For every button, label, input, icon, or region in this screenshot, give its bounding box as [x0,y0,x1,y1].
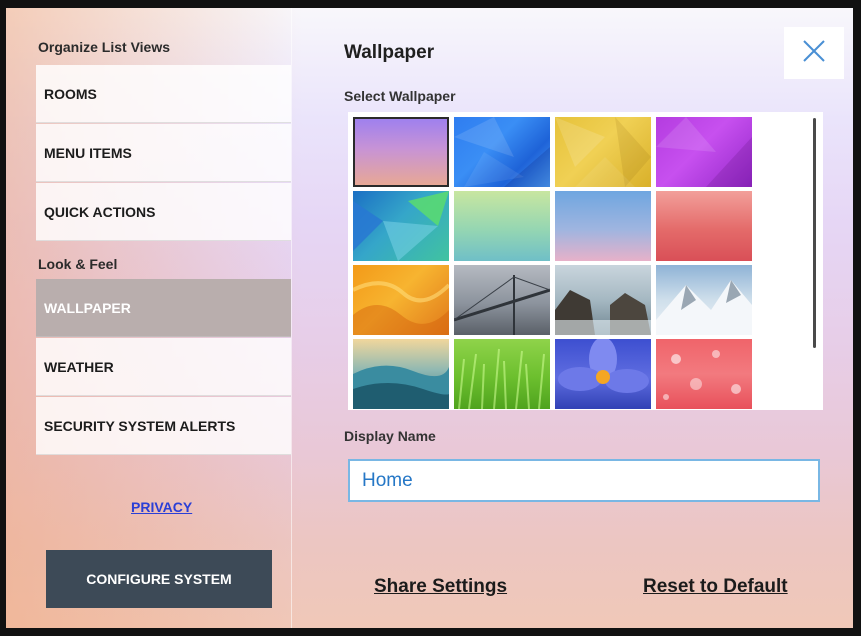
sidebar-item-label: SECURITY SYSTEM ALERTS [44,417,236,434]
organize-list-views-header: Organize List Views [38,39,171,55]
wallpaper-thumb-teal-hills[interactable] [353,339,449,409]
sidebar-item-weather[interactable]: WEATHER [36,338,291,396]
sidebar-item-label: WALLPAPER [44,299,131,316]
look-and-feel-header: Look & Feel [38,256,118,272]
sidebar-item-security-system-alerts[interactable]: SECURITY SYSTEM ALERTS [36,397,291,455]
wallpaper-thumb-red-blur[interactable] [656,191,752,261]
wallpaper-thumb-orange-waves[interactable] [353,265,449,335]
sidebar-item-menu-items[interactable]: MENU ITEMS [36,124,291,182]
sidebar-item-label: QUICK ACTIONS [44,203,156,220]
select-wallpaper-label: Select Wallpaper [344,88,456,104]
display-name-label: Display Name [344,428,436,444]
sidebar-item-label: WEATHER [44,358,114,375]
sidebar-item-rooms[interactable]: ROOMS [36,65,291,123]
wallpaper-thumb-green-grass[interactable] [454,339,550,409]
wallpaper-thumb-blue-pink-blur[interactable] [555,191,651,261]
wallpaper-thumb-blue-low-poly[interactable] [454,117,550,187]
wallpaper-grid-scrollbar[interactable] [813,118,816,348]
sidebar-item-wallpaper[interactable]: WALLPAPER [36,279,291,337]
wallpaper-thumb-yellow-low-poly[interactable] [555,117,651,187]
display-name-field[interactable] [348,459,820,502]
wallpaper-thumb-snowy-mountains[interactable] [656,265,752,335]
wallpaper-thumb-rocky-beach[interactable] [555,265,651,335]
wallpaper-thumb-purple-low-poly[interactable] [656,117,752,187]
share-settings-link[interactable]: Share Settings [374,576,507,598]
wallpaper-thumb-green-blue-abstract[interactable] [353,191,449,261]
reset-to-default-link[interactable]: Reset to Default [643,576,788,598]
configure-system-button[interactable]: CONFIGURE SYSTEM [46,550,272,608]
wallpaper-thumb-green-teal-blur[interactable] [454,191,550,261]
close-icon [802,39,826,68]
wallpaper-thumb-purple-orange-gradient[interactable] [353,117,449,187]
privacy-link[interactable]: PRIVACY [131,499,192,515]
wallpaper-thumb-foggy-bridge[interactable] [454,265,550,335]
wallpaper-thumb-red-bokeh[interactable] [656,339,752,409]
sidebar-item-label: MENU ITEMS [44,144,132,161]
wallpaper-grid [348,112,823,410]
sidebar-item-quick-actions[interactable]: QUICK ACTIONS [36,183,291,241]
wallpaper-thumb-blue-flower[interactable] [555,339,651,409]
sidebar-item-label: ROOMS [44,85,97,102]
sidebar-divider [291,8,292,628]
settings-window: Organize List Views ROOMS MENU ITEMS QUI… [6,8,853,628]
page-title: Wallpaper [344,42,435,63]
sidebar: Organize List Views ROOMS MENU ITEMS QUI… [6,8,291,628]
close-button[interactable] [784,27,844,79]
